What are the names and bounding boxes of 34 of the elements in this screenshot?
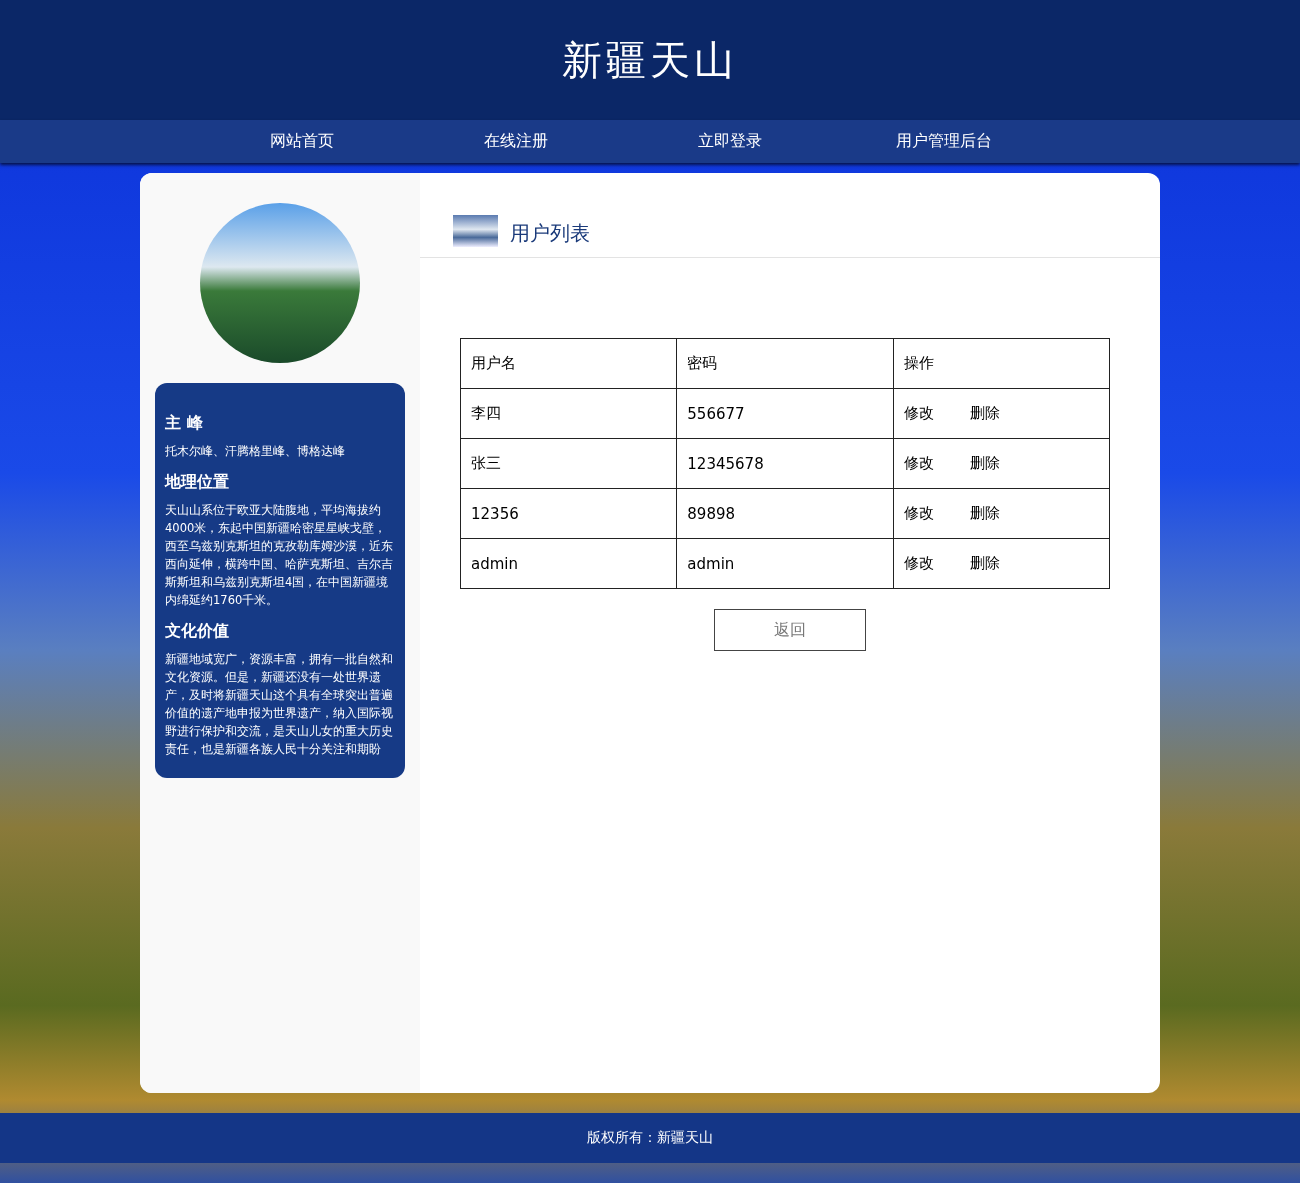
action-link[interactable]: 删除	[969, 504, 1000, 522]
nav-link[interactable]: 用户管理后台	[837, 131, 1051, 152]
site-title: 新疆天山	[562, 35, 738, 85]
table-cell: admin	[676, 538, 894, 589]
table-cell: 张三	[460, 438, 677, 489]
action-link[interactable]: 删除	[969, 404, 1000, 422]
section-heading: 地理位置	[165, 472, 230, 493]
table-cell: 李四	[460, 388, 677, 439]
section-heading: 主 峰	[165, 413, 204, 434]
action-link[interactable]: 修改	[903, 554, 934, 572]
nav-link[interactable]: 在线注册	[409, 131, 623, 152]
action-link[interactable]: 删除	[969, 554, 1000, 572]
section-text: 天山山系位于欧亚大陆腹地，平均海拔约4000米，东起中国新疆哈密星星峡戈壁，西至乌兹别克斯坦的克孜勒库姆沙漠，近东西向延伸，横跨中国、哈萨克斯坦、吉尔吉斯斯坦和乌兹别克斯坦4国，在中国新疆境内绵延约1760千米。	[165, 502, 394, 609]
table-cell: admin	[460, 538, 677, 589]
nav-link[interactable]: 立即登录	[623, 131, 837, 152]
photo-placeholder	[453, 215, 498, 247]
table-cell: 12356	[460, 488, 677, 539]
action-link[interactable]: 删除	[969, 454, 1000, 472]
back-button[interactable]: 返回	[714, 609, 866, 651]
panel-title: 用户列表	[510, 220, 590, 247]
section-text: 新疆地域宽广，资源丰富，拥有一批自然和文化资源。但是，新疆还没有一处世界遗产，及时将新疆天山这个具有全球突出普遍价值的遗产地申报为世界遗产，纳入国际视野进行保护和交流，是天山儿女的重大历史责任，也是新疆各族人民十分关注和期盼	[165, 651, 394, 758]
action-link[interactable]: 修改	[903, 404, 934, 422]
table-cell: 556677	[676, 388, 894, 439]
section-text: 托木尔峰、汗腾格里峰、博格达峰	[165, 443, 346, 460]
column-header: 密码	[676, 338, 894, 389]
column-header: 操作	[893, 338, 1110, 389]
action-link[interactable]: 修改	[903, 504, 934, 522]
nav-link[interactable]: 网站首页	[195, 131, 409, 152]
column-header: 用户名	[460, 338, 677, 389]
footer-text: 版权所有：新疆天山	[587, 1129, 713, 1147]
section-heading: 文化价值	[165, 621, 230, 642]
table-cell: 89898	[676, 488, 894, 539]
action-link[interactable]: 修改	[903, 454, 934, 472]
table-cell: 12345678	[676, 438, 894, 489]
